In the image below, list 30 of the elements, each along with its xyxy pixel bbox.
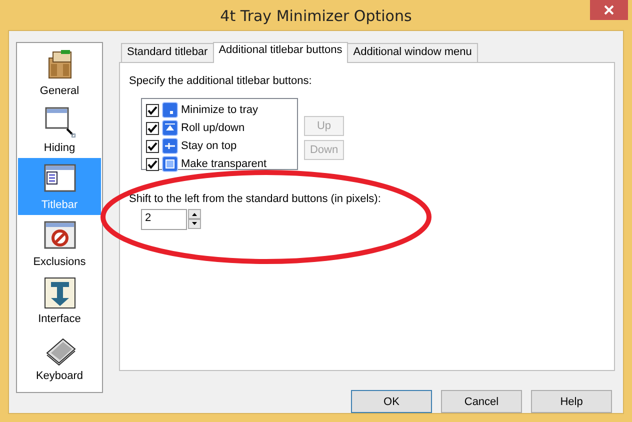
checkbox[interactable] bbox=[146, 104, 159, 116]
tab[interactable]: Additional window menu bbox=[347, 43, 478, 62]
checkbox[interactable] bbox=[146, 122, 159, 134]
number-field[interactable]: 2 bbox=[141, 209, 187, 230]
checkbox[interactable] bbox=[146, 140, 159, 152]
roll-up-icon bbox=[162, 120, 178, 136]
tab[interactable]: Additional titlebar buttons bbox=[212, 42, 348, 63]
pin-icon bbox=[162, 138, 178, 154]
sidebar-item[interactable]: General bbox=[18, 44, 101, 101]
dialog-button[interactable]: Help bbox=[531, 390, 612, 413]
prompt-label: Specify the additional titlebar buttons: bbox=[129, 75, 313, 88]
sidebar-item[interactable]: Exclusions bbox=[18, 215, 101, 272]
spin-buttons[interactable] bbox=[188, 209, 201, 229]
close-button[interactable] bbox=[590, 0, 628, 20]
shift-label: Shift to the left from the standard buttons (in pixels): bbox=[129, 193, 382, 206]
checkbox[interactable] bbox=[146, 158, 159, 170]
list-item-label[interactable]: Make transparent bbox=[181, 158, 267, 170]
close-icon bbox=[603, 4, 615, 16]
list-item-label[interactable]: Roll up/down bbox=[181, 122, 245, 134]
list-item-label[interactable]: Stay on top bbox=[181, 140, 237, 152]
dialog-button[interactable]: OK bbox=[351, 390, 432, 413]
dialog-button[interactable]: Cancel bbox=[441, 390, 522, 413]
window-arrow-icon bbox=[42, 105, 76, 139]
window-title: 4t Tray Minimizer Options bbox=[220, 7, 412, 25]
sidebar-item[interactable]: Interface bbox=[18, 272, 101, 329]
list-item-label[interactable]: Minimize to tray bbox=[181, 104, 258, 116]
sidebar-item[interactable]: Keyboard bbox=[18, 329, 101, 386]
square-icon bbox=[162, 156, 178, 172]
sidebar-item[interactable]: Hiding bbox=[18, 101, 101, 158]
tab[interactable]: Standard titlebar bbox=[121, 43, 214, 62]
